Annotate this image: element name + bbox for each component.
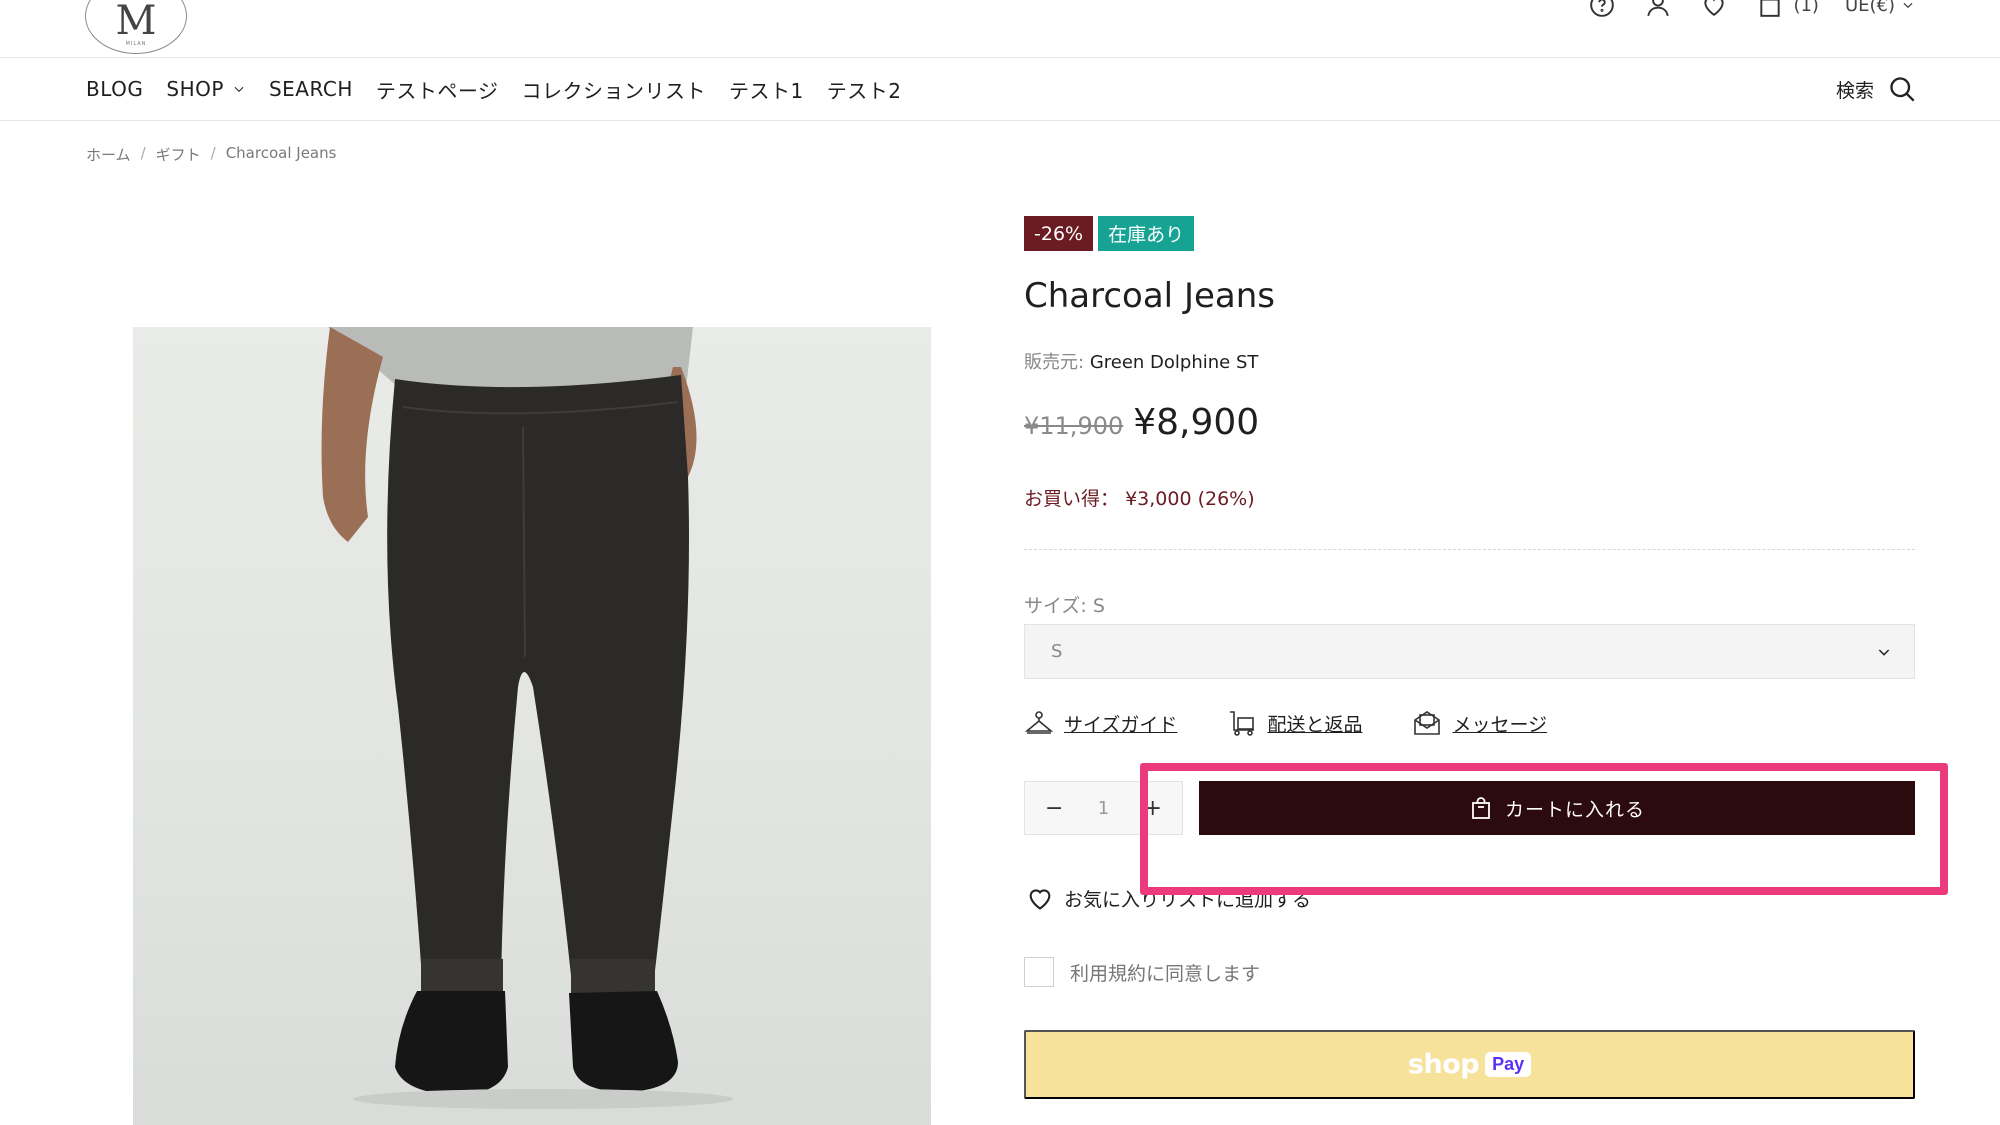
terms-label: 利用規約に同意します: [1070, 962, 1261, 985]
breadcrumb: ホーム / ギフト / Charcoal Jeans: [86, 144, 336, 165]
breadcrumb-home[interactable]: ホーム: [86, 144, 131, 165]
help-icon[interactable]: [1587, 0, 1617, 20]
breadcrumb-separator: /: [210, 144, 216, 162]
quantity-decrease-button[interactable]: −: [1045, 796, 1063, 821]
jeans-photo: [321, 327, 733, 1109]
wishlist-icon[interactable]: [1699, 0, 1729, 20]
nav-item-search[interactable]: SEARCH: [269, 77, 353, 101]
vendor-label: 販売元:: [1024, 352, 1085, 373]
shipping-link[interactable]: 配送と返品: [1227, 708, 1362, 738]
quantity-increase-button[interactable]: +: [1144, 796, 1162, 821]
savings: お買い得： ¥3,000 (26%): [1024, 484, 1255, 511]
main-nav: BLOG SHOP SEARCH テストページ コレクションリスト テスト1 テ…: [0, 58, 2000, 121]
sale-badge: -26%: [1024, 216, 1094, 251]
price-row: ¥11,900 ¥8,900: [1024, 402, 1259, 443]
product-badges: -26% 在庫あり: [1024, 216, 1195, 251]
shipping-label: 配送と返品: [1267, 713, 1363, 736]
message-link[interactable]: メッセージ: [1412, 708, 1547, 738]
currency-label: UE(€): [1844, 0, 1895, 16]
shop-pay-button[interactable]: shop Pay: [1024, 1030, 1915, 1099]
cart-count[interactable]: (1): [1793, 0, 1819, 16]
vendor-name[interactable]: Green Dolphine ST: [1090, 352, 1259, 373]
stock-badge: 在庫あり: [1098, 216, 1195, 251]
wishlist-label: お気に入りリストに追加する: [1064, 888, 1312, 911]
nav-search-label: 検索: [1835, 79, 1874, 102]
nav-item-shop[interactable]: SHOP: [166, 77, 246, 101]
terms-checkbox[interactable]: [1024, 957, 1054, 987]
size-select[interactable]: S: [1024, 624, 1915, 679]
shipping-icon: [1230, 711, 1255, 736]
cart-icon[interactable]: [1755, 0, 1785, 20]
nav-item-test-page[interactable]: テストページ: [376, 75, 499, 104]
logo-letter: M: [115, 0, 157, 44]
nav-item-test2[interactable]: テスト2: [827, 75, 902, 104]
nav-list: BLOG SHOP SEARCH テストページ コレクションリスト テスト1 テ…: [86, 58, 924, 120]
quantity-input[interactable]: 1: [1098, 798, 1109, 819]
product-links: サイズガイド 配送と返品 メッセージ: [1024, 708, 1547, 738]
size-selected-value: S: [1051, 641, 1063, 662]
add-to-cart-button[interactable]: カートに入れる: [1199, 781, 1915, 835]
shopping-bag-icon: [1472, 797, 1490, 819]
currency-selector[interactable]: UE(€): [1845, 0, 1915, 16]
compare-at-price: ¥11,900: [1024, 412, 1124, 440]
savings-value: ¥3,000 (26%): [1125, 488, 1255, 510]
savings-label: お買い得：: [1024, 488, 1120, 510]
heart-icon: [1029, 889, 1051, 910]
product-image[interactable]: [133, 327, 931, 1125]
nav-search-button[interactable]: 検索: [1836, 58, 1916, 120]
add-to-wishlist-button[interactable]: お気に入りリストに追加する: [1026, 884, 1311, 912]
chevron-down-icon: [1903, 2, 1913, 9]
shop-pay-wordmark: shop: [1407, 1049, 1480, 1080]
quantity-stepper: − 1 +: [1024, 781, 1183, 835]
breadcrumb-separator: /: [140, 144, 146, 162]
logo-subtext: MILAN: [125, 41, 147, 47]
divider: [1024, 549, 1915, 550]
shop-pay-badge: Pay: [1485, 1052, 1532, 1077]
search-icon: [1890, 77, 1915, 102]
sale-price: ¥8,900: [1133, 402, 1260, 443]
terms-agreement: 利用規約に同意します: [1024, 957, 1260, 987]
size-label: サイズ: S: [1024, 595, 1105, 617]
breadcrumb-gift[interactable]: ギフト: [156, 144, 201, 165]
size-guide-label: サイズガイド: [1064, 713, 1178, 736]
mail-icon: [1414, 711, 1441, 735]
chevron-down-icon: [234, 86, 244, 93]
nav-item-blog[interactable]: BLOG: [86, 77, 143, 101]
hanger-icon: [1024, 711, 1054, 734]
message-label: メッセージ: [1452, 713, 1548, 736]
header-icons: (1) UE(€): [1561, 0, 1915, 20]
product-title: Charcoal Jeans: [1024, 276, 1275, 316]
chevron-down-icon: [1878, 648, 1890, 656]
add-to-cart-label: カートに入れる: [1504, 799, 1645, 821]
store-logo[interactable]: M MILAN: [85, 0, 187, 54]
size-guide-link[interactable]: サイズガイド: [1024, 708, 1177, 738]
breadcrumb-current: Charcoal Jeans: [225, 144, 337, 162]
nav-item-test1[interactable]: テスト1: [729, 75, 804, 104]
top-header: M MILAN (1) UE(€): [0, 0, 2000, 58]
account-icon[interactable]: [1643, 0, 1673, 20]
vendor: 販売元: Green Dolphine ST: [1024, 348, 1258, 374]
nav-item-collection-list[interactable]: コレクションリスト: [521, 75, 706, 104]
